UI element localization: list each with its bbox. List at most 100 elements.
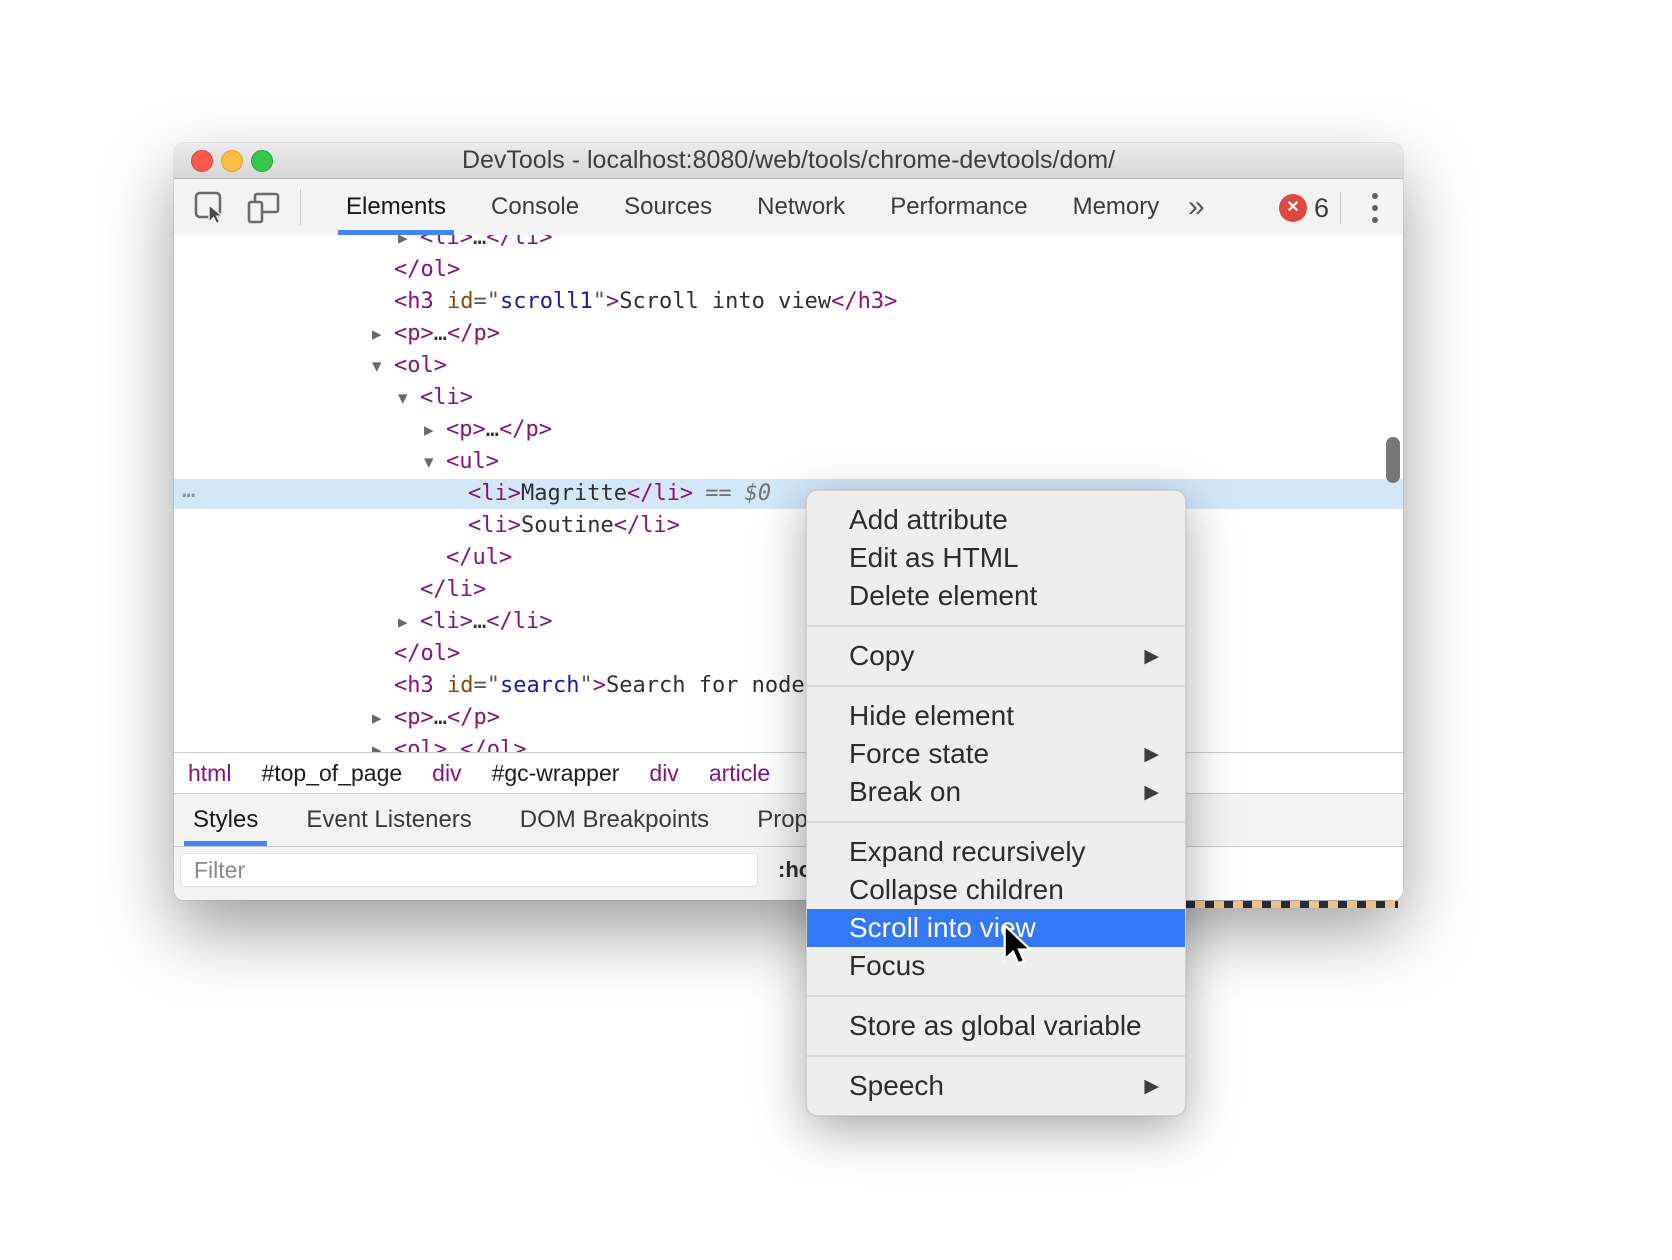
- minimize-window-button[interactable]: [221, 150, 243, 172]
- dom-node-text: <p>…</p>: [394, 319, 500, 349]
- syntax-tag: </li>: [420, 577, 486, 602]
- menu-item-force-state[interactable]: Force state▶: [807, 735, 1185, 773]
- syntax-tag: <h3: [394, 289, 434, 314]
- dom-tree-row[interactable]: <li>Soutine</li>: [174, 511, 1403, 541]
- dom-tree-row[interactable]: <h3 id="scroll1">Scroll into view</h3>: [174, 287, 1403, 317]
- submenu-arrow-icon: ▶: [1144, 773, 1159, 811]
- syntax-val: scroll1: [500, 289, 593, 314]
- dom-node-text: <li>Magritte</li>==$0: [468, 479, 771, 509]
- expand-triangle-icon[interactable]: ▸: [398, 235, 408, 253]
- page-background: DevTools - localhost:8080/web/tools/chro…: [0, 0, 1672, 1260]
- sidebar-tabs: StylesEvent ListenersDOM BreakpointsProp…: [174, 794, 1403, 847]
- dom-node-text: </ol>: [394, 255, 460, 285]
- menu-item-add-attribute[interactable]: Add attribute: [807, 501, 1185, 539]
- dom-tree-row[interactable]: ▸<p>…</p>: [174, 415, 1403, 445]
- menu-item-hide-element[interactable]: Hide element: [807, 697, 1185, 735]
- breadcrumb: html #top_of_page div #gc-wrapper div article: [174, 752, 1403, 794]
- collapse-triangle-icon[interactable]: ▾: [398, 383, 408, 413]
- dom-tree-row[interactable]: </ol>: [174, 255, 1403, 285]
- expand-triangle-icon[interactable]: ▸: [372, 319, 382, 349]
- dom-node-text: </li>: [420, 575, 486, 605]
- dom-tree-row[interactable]: <h3 id="search">Search for nodes</h3>: [174, 671, 1403, 701]
- dom-tree-row[interactable]: ▾ <li>: [174, 383, 1403, 413]
- device-toolbar-icon[interactable]: [246, 191, 280, 225]
- dom-tree-row[interactable]: </ol>: [174, 639, 1403, 669]
- breadcrumb-item-html[interactable]: html: [188, 760, 231, 787]
- menu-item-expand-recursively[interactable]: Expand recursively: [807, 833, 1185, 871]
- syntax-plain: Search for nodes: [606, 673, 818, 698]
- menu-item-edit-as-html[interactable]: Edit as HTML: [807, 539, 1185, 577]
- row-more-actions-icon[interactable]: …: [182, 479, 196, 503]
- syntax-tag: <li>: [420, 609, 473, 634]
- collapse-triangle-icon[interactable]: ▾: [424, 447, 434, 477]
- dom-tree-row[interactable]: ▸<ol>…</ol>: [174, 735, 1403, 752]
- dom-tree-row[interactable]: ▸ <p>…</p>: [174, 319, 1403, 349]
- dom-tree-row[interactable]: ▾<ol>: [174, 351, 1403, 381]
- menu-item-store-as-global-variable[interactable]: Store as global variable: [807, 1007, 1185, 1045]
- dom-tree-row[interactable]: … <li>Magritte</li>==$0: [174, 479, 1403, 509]
- syntax-tag: >: [606, 289, 619, 314]
- devtools-toolbar: Elements Console Sources Network Performance…: [174, 179, 1403, 236]
- toolbar-divider: [1340, 192, 1341, 224]
- syntax-tag: <ol>: [394, 737, 447, 752]
- dom-tree-row[interactable]: ▸<li>…</li>: [174, 235, 1403, 253]
- inspect-element-icon[interactable]: [194, 191, 228, 225]
- breadcrumb-item-gc-wrapper[interactable]: #gc-wrapper: [492, 760, 620, 787]
- error-count[interactable]: 6: [1314, 179, 1329, 237]
- tab-console[interactable]: Console: [491, 179, 579, 235]
- dom-tree-row[interactable]: </li>: [174, 575, 1403, 605]
- syntax-tag: </ul>: [446, 545, 512, 570]
- syntax-plain: …: [434, 705, 447, 730]
- more-panels-chevron-icon[interactable]: »: [1188, 179, 1205, 235]
- three-dot-menu-icon[interactable]: [1366, 193, 1384, 223]
- syntax-punc: =": [474, 673, 501, 698]
- syntax-tag: </p>: [447, 321, 500, 346]
- tab-performance[interactable]: Performance: [890, 179, 1027, 235]
- dom-tree-row[interactable]: ▾ <ul>: [174, 447, 1403, 477]
- dom-node-text: </ol>: [394, 639, 460, 669]
- dashed-border-page-sliver: [1186, 901, 1398, 908]
- expand-triangle-icon[interactable]: ▸: [372, 735, 382, 752]
- syntax-val: search: [500, 673, 579, 698]
- collapse-triangle-icon[interactable]: ▾: [372, 351, 382, 381]
- dom-node-text: <h3 id="scroll1">Scroll into view</h3>: [394, 287, 897, 317]
- error-x-icon[interactable]: ✕: [1279, 194, 1307, 222]
- tab-network[interactable]: Network: [757, 179, 845, 235]
- menu-item-copy[interactable]: Copy▶: [807, 637, 1185, 675]
- expand-triangle-icon[interactable]: ▸: [372, 703, 382, 733]
- dom-tree-row[interactable]: </ul>: [174, 543, 1403, 573]
- breadcrumb-item-article[interactable]: article: [709, 760, 770, 787]
- mouse-cursor-icon: [1002, 924, 1034, 968]
- styles-filter-input[interactable]: Filter: [180, 853, 758, 887]
- syntax-punc: ": [593, 289, 606, 314]
- dom-node-text: <p>…</p>: [394, 703, 500, 733]
- menu-item-scroll-into-view[interactable]: Scroll into view: [807, 909, 1185, 947]
- syntax-tag: </p>: [447, 705, 500, 730]
- syntax-plain: Soutine: [521, 513, 614, 538]
- expand-triangle-icon[interactable]: ▸: [424, 415, 434, 445]
- close-window-button[interactable]: [191, 150, 213, 172]
- tab-event-listeners[interactable]: Event Listeners: [306, 794, 471, 846]
- dom-tree-row[interactable]: ▸ <p>…</p>: [174, 703, 1403, 733]
- syntax-tag: <ul>: [446, 449, 499, 474]
- tab-elements[interactable]: Elements: [346, 179, 446, 235]
- tab-styles[interactable]: Styles: [193, 794, 258, 846]
- zoom-window-button[interactable]: [251, 150, 273, 172]
- breadcrumb-item-div[interactable]: div: [432, 760, 461, 787]
- expand-triangle-icon[interactable]: ▸: [398, 607, 408, 637]
- tab-memory[interactable]: Memory: [1073, 179, 1160, 235]
- breadcrumb-item-div[interactable]: div: [649, 760, 678, 787]
- titlebar[interactable]: DevTools - localhost:8080/web/tools/chro…: [174, 143, 1403, 179]
- breadcrumb-item-top_of_page[interactable]: #top_of_page: [261, 760, 402, 787]
- menu-item-delete-element[interactable]: Delete element: [807, 577, 1185, 615]
- submenu-arrow-icon: ▶: [1144, 1067, 1159, 1105]
- tab-sources[interactable]: Sources: [624, 179, 712, 235]
- dom-tree-row[interactable]: ▸<li>…</li>: [174, 607, 1403, 637]
- menu-item-collapse-children[interactable]: Collapse children: [807, 871, 1185, 909]
- vertical-scrollbar-thumb[interactable]: [1386, 437, 1400, 483]
- menu-item-speech[interactable]: Speech▶: [807, 1067, 1185, 1105]
- menu-item-break-on[interactable]: Break on▶: [807, 773, 1185, 811]
- tab-dom-breakpoints[interactable]: DOM Breakpoints: [520, 794, 709, 846]
- dom-node-text: <li>: [420, 383, 473, 413]
- menu-item-focus[interactable]: Focus: [807, 947, 1185, 985]
